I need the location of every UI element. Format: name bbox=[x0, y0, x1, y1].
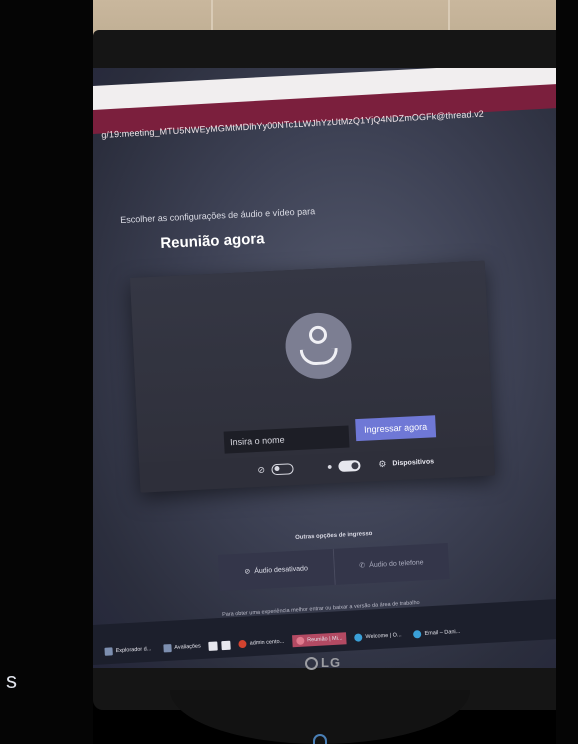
gear-icon[interactable]: ⚙ bbox=[378, 458, 387, 469]
name-input[interactable] bbox=[223, 425, 350, 454]
phone-audio-option[interactable]: ✆ Áudio do telefone bbox=[333, 542, 450, 585]
avatar bbox=[283, 311, 354, 381]
audio-off-option[interactable]: ⊘ Áudio desativado bbox=[218, 548, 336, 591]
camera-off-icon: ⊘ bbox=[257, 464, 266, 475]
chrome-icon bbox=[354, 633, 363, 642]
lg-logo: LG bbox=[305, 655, 341, 671]
taskbar-item-admin[interactable]: admin cento... bbox=[234, 636, 288, 651]
join-now-button[interactable]: Ingressar agora bbox=[355, 415, 437, 442]
speaker-off-icon: ⊘ bbox=[244, 568, 251, 576]
lg-logo-icon bbox=[305, 657, 318, 671]
taskbar-item-avaliacoes[interactable]: Avaliações bbox=[159, 640, 205, 655]
mail-icon[interactable] bbox=[221, 640, 231, 650]
opera-icon bbox=[238, 639, 247, 649]
person-icon bbox=[308, 325, 328, 345]
video-preview: Ingressar agora ⊘ ● ⚙ Dispositivos bbox=[130, 260, 494, 475]
phone-icon: ✆ bbox=[359, 562, 366, 570]
edge-character: s bbox=[6, 668, 17, 693]
taskbar-item-explorer[interactable]: Explorador d... bbox=[100, 643, 155, 658]
phone-audio-label: Áudio do telefone bbox=[368, 558, 424, 569]
devices-button[interactable]: Dispositivos bbox=[392, 458, 434, 467]
document-icon bbox=[163, 644, 172, 653]
taskbar-item-welcome[interactable]: Welcome | O... bbox=[350, 629, 406, 644]
taskbar-item-meeting[interactable]: Reunião | Mi... bbox=[291, 632, 347, 648]
person-icon-body bbox=[299, 347, 339, 366]
power-button-icon[interactable] bbox=[313, 734, 327, 744]
store-icon[interactable] bbox=[208, 640, 219, 651]
folder-icon bbox=[104, 647, 113, 656]
microphone-toggle[interactable] bbox=[338, 459, 361, 472]
taskbar-item-email[interactable]: Email – Dani... bbox=[409, 626, 464, 641]
device-controls: ⊘ ● ⚙ Dispositivos bbox=[257, 453, 434, 478]
camera-toggle[interactable] bbox=[270, 462, 294, 475]
browser-icon bbox=[295, 636, 305, 646]
prejoin-card: Ingressar agora ⊘ ● ⚙ Dispositivos bbox=[130, 260, 496, 493]
audio-off-label: Áudio desativado bbox=[254, 564, 309, 575]
photo-frame: g/19:meeting_MTU5NWEyMGMtMDlhYy00NTc1LWJ… bbox=[0, 0, 578, 744]
microphone-icon: ● bbox=[326, 461, 333, 472]
letterbox-left bbox=[0, 0, 93, 744]
letterbox-right bbox=[556, 0, 578, 744]
chrome-icon bbox=[413, 630, 422, 639]
